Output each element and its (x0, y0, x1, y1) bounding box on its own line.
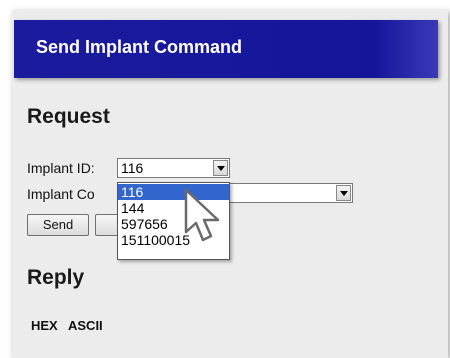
implant-id-value: 116 (121, 160, 144, 176)
ascii-column-header: ASCII (68, 318, 103, 333)
chevron-down-icon[interactable] (213, 160, 228, 176)
request-heading: Request (27, 105, 110, 128)
mouse-pointer-icon (184, 188, 220, 242)
implant-id-select[interactable]: 116 (117, 158, 230, 178)
reply-heading: Reply (27, 266, 85, 289)
page-title: Send Implant Command (36, 37, 243, 57)
implant-command-label: Implant Co (27, 186, 95, 202)
chevron-down-icon[interactable] (336, 185, 351, 201)
implant-id-label: Implant ID: (27, 160, 95, 176)
send-button[interactable]: Send (27, 214, 89, 236)
hex-column-header: HEX (31, 318, 58, 333)
title-bar: Send Implant Command (14, 20, 438, 78)
